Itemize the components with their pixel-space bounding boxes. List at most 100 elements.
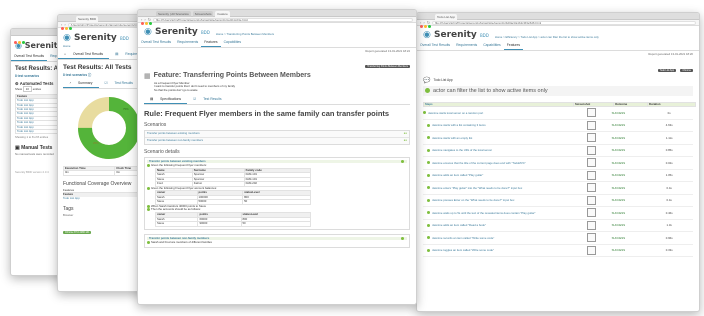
screenshot-thumbnail[interactable] bbox=[587, 108, 597, 118]
close-dot[interactable] bbox=[141, 22, 144, 25]
success-icon bbox=[427, 236, 430, 240]
url-field[interactable]: file:///Users/john/Projects/serenity/tar… bbox=[432, 20, 696, 25]
maximize-dot[interactable] bbox=[22, 41, 25, 44]
tab-test-results[interactable]: ☑ Test Results bbox=[187, 95, 227, 104]
scenario-detail-card: Transfer points between existing members… bbox=[144, 156, 410, 230]
step-row[interactable]: Jasmine toggles an item called "Write so… bbox=[423, 245, 693, 257]
nav-overall-results[interactable]: Overall Test Results bbox=[417, 41, 453, 50]
serenity-logo[interactable]: ◉ Serenity BDD bbox=[144, 27, 210, 37]
nav-capabilities[interactable]: Capabilities bbox=[480, 41, 504, 50]
step-row[interactable]: Jasmine ensures that the title of the cu… bbox=[423, 157, 693, 170]
details-heading: Scenario details bbox=[144, 148, 180, 155]
screenshot-thumbnail[interactable] bbox=[587, 133, 597, 143]
screenshot-thumbnail[interactable] bbox=[587, 195, 597, 205]
minimize-dot[interactable] bbox=[424, 25, 427, 28]
step-row[interactable]: Jasmine navigates to the URL of the loca… bbox=[423, 145, 693, 157]
feature-badges: Transferring Points Between Members bbox=[144, 54, 410, 72]
close-dot[interactable] bbox=[61, 27, 64, 30]
list-item[interactable]: Transfer points between non-family membe… bbox=[145, 138, 409, 144]
list-item[interactable]: Transfer points between existing members… bbox=[145, 131, 409, 138]
step-text: Jasmine adds an item called "Read a book… bbox=[432, 223, 486, 228]
tab-specifications[interactable]: ▤ Specifications bbox=[144, 95, 188, 105]
success-icon bbox=[427, 123, 430, 127]
step-text: Jasmine toggles an item called "Write so… bbox=[432, 248, 494, 253]
tag-badge[interactable]: Chrome 87.0.4280.141 bbox=[63, 230, 92, 234]
nav-requirements[interactable]: Requirements bbox=[453, 41, 480, 50]
browser-window-feature: Serenity | All Scenarios Screenshots Fea… bbox=[137, 9, 417, 305]
step-row[interactable]: Jasmine adds an item called "Read a book… bbox=[423, 220, 693, 232]
success-icon bbox=[147, 208, 150, 212]
step-row[interactable]: Jasmine adds an item called "Play guitar… bbox=[423, 170, 693, 182]
nav-overall-results[interactable]: ⌂ Overall Test Results bbox=[58, 50, 110, 59]
step-text: Jasmine waits up to 5s until the text of… bbox=[432, 210, 536, 215]
serenity-logo[interactable]: ◉ Serenity BDD bbox=[423, 30, 489, 40]
step-row[interactable]: Jasmine presses Enter on the "What needs… bbox=[423, 195, 693, 207]
success-icon bbox=[427, 186, 430, 190]
screenshot-thumbnail[interactable] bbox=[587, 220, 597, 230]
step-row[interactable]: Jasmine waits up to 5s until the text of… bbox=[423, 207, 693, 220]
nav-requirements[interactable]: Requirements bbox=[174, 38, 201, 47]
browser-tab[interactable]: Feature bbox=[215, 11, 230, 17]
screenshot-thumbnail[interactable] bbox=[587, 158, 597, 168]
tag-badge[interactable]: Transferring Points Between Members bbox=[365, 64, 410, 68]
breadcrumb[interactable]: Home > Efficiency > Todo List App > acto… bbox=[495, 36, 599, 40]
maximize-dot[interactable] bbox=[149, 22, 152, 25]
screenshot-thumbnail[interactable] bbox=[587, 145, 597, 155]
step-row[interactable]: Jasmine starts local server on a random … bbox=[423, 107, 693, 120]
sub-tabs: ▤ Specifications ☑ Test Results bbox=[144, 95, 410, 106]
step-duration: 0.85s bbox=[665, 148, 673, 153]
tag-badge[interactable]: Todo List App bbox=[657, 68, 677, 72]
tab-summary[interactable]: ◔ Summary bbox=[63, 79, 99, 88]
browser-tab[interactable]: Todo List App bbox=[435, 14, 458, 20]
expected-balances-table: owner points statusLevel Sarah 60000 800 Ste… bbox=[154, 212, 311, 227]
screenshot-thumbnail[interactable] bbox=[587, 245, 597, 255]
close-dot[interactable] bbox=[420, 25, 423, 28]
step-row[interactable]: Jasmine enters "Play guitar" into the "W… bbox=[423, 182, 693, 195]
nav-features[interactable]: Features bbox=[201, 38, 221, 47]
screenshot-thumbnail[interactable] bbox=[587, 208, 597, 218]
minimize-dot[interactable] bbox=[145, 22, 148, 25]
step-outcome: SUCCESS bbox=[611, 123, 626, 128]
book-icon: ▤ bbox=[150, 97, 155, 102]
step-row[interactable]: Jasmine starts with a list containing 3 … bbox=[423, 120, 693, 132]
close-dot[interactable] bbox=[14, 41, 17, 44]
nav-features[interactable]: Features bbox=[503, 41, 524, 50]
step-text: Jasmine starts with an empty list bbox=[432, 135, 473, 140]
step-text: Jasmine navigates to the URL of the loca… bbox=[432, 148, 493, 153]
browser-tab[interactable]: Serenity | All Scenarios bbox=[156, 11, 191, 17]
tab-test-results[interactable]: ☑ Test Results bbox=[99, 79, 139, 88]
main-nav: Overall Test Results Requirements Featur… bbox=[138, 38, 416, 48]
maximize-dot[interactable] bbox=[69, 27, 72, 30]
feature-name[interactable]: Todo List App bbox=[433, 78, 452, 82]
nav-capabilities[interactable]: Capabilities bbox=[221, 38, 245, 47]
success-icon bbox=[147, 204, 150, 208]
browser-tab[interactable]: Screenshots bbox=[192, 11, 214, 17]
step-outcome: SUCCESS bbox=[611, 223, 626, 228]
minimize-dot[interactable] bbox=[18, 41, 21, 44]
speech-bubble-icon: 💬 bbox=[423, 77, 431, 84]
url-field[interactable]: file:///Users/john/Projects/serenity/tar… bbox=[153, 17, 413, 22]
step-row[interactable]: Jasmine records an item called "Write so… bbox=[423, 232, 693, 245]
breadcrumb[interactable]: Home > Transferring Points Between Membe… bbox=[216, 33, 274, 37]
success-icon bbox=[147, 164, 150, 168]
tag-badge[interactable]: Chrome bbox=[680, 68, 693, 72]
screenshot-thumbnail[interactable] bbox=[587, 233, 597, 243]
balances-table: owner points statusLevel Sarah 100000 800 St… bbox=[155, 190, 311, 205]
feature-line: 💬 Todo List App bbox=[423, 77, 693, 84]
minimize-dot[interactable] bbox=[65, 27, 68, 30]
screenshot-thumbnail[interactable] bbox=[587, 170, 597, 180]
maximize-dot[interactable] bbox=[428, 25, 431, 28]
step-row[interactable]: Jasmine starts with an empty list SUCCESS… bbox=[423, 132, 693, 145]
step-outcome: SUCCESS bbox=[611, 198, 626, 203]
report-generated: Report generated 13-01-2021 18:20 bbox=[648, 52, 693, 56]
nav-overall-results[interactable]: Overall Test Results bbox=[11, 52, 48, 61]
nav-overall-results[interactable]: Overall Test Results bbox=[138, 38, 174, 47]
scenarios-heading: Scenarios bbox=[144, 122, 167, 129]
browser-tab[interactable]: Serenity BDD bbox=[76, 16, 99, 22]
chart-label-other: 25% bbox=[93, 140, 99, 145]
screenshot-thumbnail[interactable] bbox=[587, 120, 597, 130]
home-icon: ⌂ bbox=[64, 51, 67, 56]
screenshot-thumbnail[interactable] bbox=[587, 183, 597, 193]
step-outcome: SUCCESS bbox=[611, 210, 626, 215]
step-outcome: SUCCESS bbox=[611, 235, 626, 240]
